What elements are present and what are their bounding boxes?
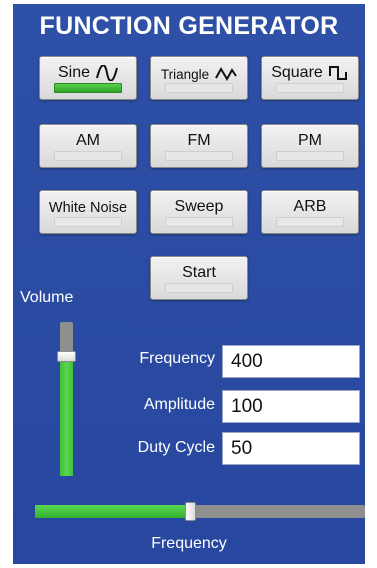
frequency-slider-label: Frequency	[151, 535, 227, 552]
sweep-button-label: Sweep	[174, 198, 224, 215]
sweep-button[interactable]: Sweep	[150, 190, 248, 234]
triangle-indicator	[165, 83, 233, 93]
sine-button-label: Sine	[57, 64, 91, 81]
volume-slider-fill	[60, 352, 73, 476]
white-noise-button[interactable]: White Noise	[39, 190, 137, 234]
am-button-label: AM	[76, 132, 100, 149]
amplitude-label: Amplitude	[143, 396, 215, 413]
sine-button[interactable]: Sine	[39, 56, 137, 100]
am-indicator	[54, 151, 122, 161]
fm-button-label: FM	[187, 132, 211, 149]
volume-label: Volume	[20, 289, 74, 306]
triangle-button-label: Triangle	[160, 66, 210, 82]
fm-indicator	[165, 151, 233, 161]
duty-cycle-input[interactable]	[222, 432, 360, 465]
am-button[interactable]: AM	[39, 124, 137, 168]
arb-button-label: ARB	[293, 198, 327, 215]
arb-indicator	[276, 217, 344, 227]
sine-wave-icon	[96, 65, 118, 81]
volume-slider[interactable]	[57, 322, 76, 476]
pm-button-label: PM	[298, 132, 322, 149]
app-title: FUNCTION GENERATOR	[39, 12, 339, 40]
triangle-button[interactable]: Triangle	[150, 56, 248, 100]
square-button[interactable]: Square	[261, 56, 359, 100]
pm-indicator	[276, 151, 344, 161]
duty-cycle-label: Duty Cycle	[137, 439, 215, 456]
start-button[interactable]: Start	[150, 256, 248, 300]
start-button-label: Start	[182, 264, 216, 281]
sine-indicator	[54, 83, 122, 93]
white-noise-button-label: White Noise	[48, 200, 128, 216]
arb-button[interactable]: ARB	[261, 190, 359, 234]
sweep-indicator	[165, 217, 233, 227]
square-indicator	[276, 83, 344, 93]
frequency-slider-fill	[35, 505, 191, 518]
frequency-label: Frequency	[139, 350, 215, 367]
frequency-input[interactable]	[222, 345, 360, 378]
white-noise-indicator	[54, 217, 122, 227]
frequency-slider-thumb[interactable]	[184, 502, 196, 521]
square-button-label: Square	[271, 64, 323, 81]
square-wave-icon	[328, 66, 347, 80]
function-generator-panel: FUNCTION GENERATOR Sine Triangle Square	[13, 4, 365, 564]
start-indicator	[165, 283, 233, 293]
fm-button[interactable]: FM	[150, 124, 248, 168]
volume-slider-thumb[interactable]	[57, 350, 76, 362]
amplitude-input[interactable]	[222, 390, 360, 423]
pm-button[interactable]: PM	[261, 124, 359, 168]
frequency-slider[interactable]	[35, 502, 365, 521]
triangle-wave-icon	[215, 67, 237, 81]
